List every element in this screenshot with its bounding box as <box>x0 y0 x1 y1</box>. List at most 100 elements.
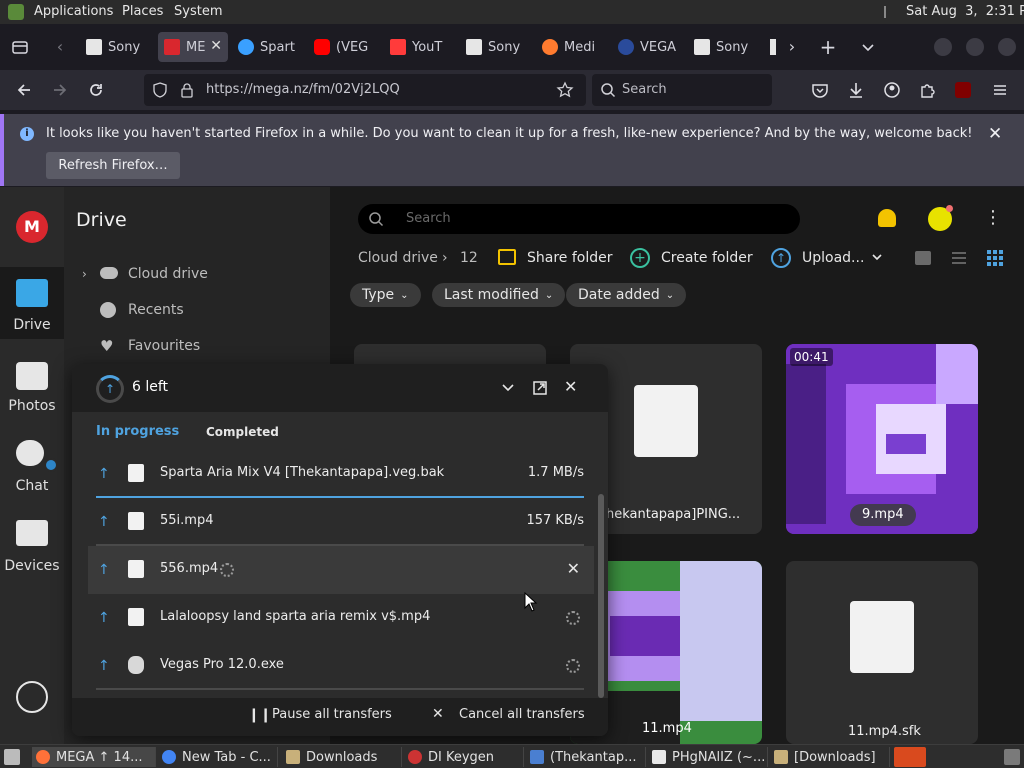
expand-chevron-icon[interactable]: › <box>82 267 87 281</box>
grid-view-icon[interactable] <box>986 249 1004 267</box>
filter-last-modified[interactable]: Last modified ⌄ <box>432 283 566 307</box>
pocket-icon[interactable] <box>810 80 830 100</box>
taskbar-item-keygen[interactable]: DI Keygen <box>404 747 524 767</box>
tab-3[interactable]: Spart <box>238 32 298 62</box>
create-folder-button[interactable]: Create folder <box>661 250 753 266</box>
tab-completed[interactable]: Completed <box>206 425 279 439</box>
forward-arrow-icon[interactable] <box>50 80 70 100</box>
taskbar-item-thekantap[interactable]: (Thekantap... <box>526 747 646 767</box>
window-minimize-button[interactable] <box>934 38 952 56</box>
tab-5[interactable]: YouT <box>390 32 450 62</box>
reload-icon[interactable] <box>86 80 106 100</box>
pause-all-button[interactable]: Pause all transfers <box>272 707 392 722</box>
tab-4[interactable]: (VEG <box>314 32 374 62</box>
window-close-button[interactable] <box>998 38 1016 56</box>
system-menu[interactable]: System <box>174 4 222 19</box>
more-options-icon[interactable]: ⋮ <box>984 207 1002 228</box>
url-bar[interactable]: https://mega.nz/fm/02Vj2LQQ <box>144 74 586 106</box>
workspace-switcher[interactable] <box>1004 749 1020 765</box>
cancel-all-button[interactable]: Cancel all transfers <box>459 707 585 722</box>
firefox-launcher-icon[interactable] <box>894 747 926 767</box>
extensions-puzzle-icon[interactable] <box>918 80 938 100</box>
lock-icon[interactable] <box>180 82 194 98</box>
rail-chat[interactable]: Chat <box>0 432 64 502</box>
mega-search-input[interactable]: Search <box>358 204 800 234</box>
distro-logo-icon[interactable] <box>8 4 24 20</box>
video-card-9[interactable]: 00:41 9.mp4 <box>786 344 978 534</box>
transfer-row[interactable]: ↑ Lalaloopsy land sparta aria remix v$.m… <box>88 594 594 642</box>
rail-photos-label: Photos <box>8 398 56 414</box>
tab-2-active[interactable]: ME ✕ <box>158 32 228 62</box>
close-notification-icon[interactable]: ✕ <box>988 124 1002 144</box>
taskbar-item-downloads-2[interactable]: [Downloads] <box>770 747 890 767</box>
rail-devices[interactable]: Devices <box>0 512 64 582</box>
mega-logo-icon[interactable]: M <box>16 211 48 243</box>
notification-bell-icon[interactable] <box>878 209 896 227</box>
share-folder-button[interactable]: Share folder <box>527 250 613 266</box>
tab-in-progress[interactable]: In progress <box>96 424 179 439</box>
show-desktop-icon[interactable] <box>4 749 20 765</box>
taskbar-item-newtab[interactable]: New Tab - C... <box>158 747 278 767</box>
places-menu[interactable]: Places <box>122 4 163 19</box>
mega-favicon-icon <box>164 39 180 55</box>
shield-icon[interactable] <box>152 82 168 98</box>
back-arrow-icon[interactable] <box>14 80 34 100</box>
upload-button[interactable]: Upload... <box>802 250 864 266</box>
transfer-row[interactable]: ↑ Vegas Pro 12.0.exe <box>88 642 594 690</box>
youtube-favicon-icon <box>314 39 330 55</box>
rail-drive[interactable]: Drive <box>0 267 64 339</box>
scroll-tabs-left-icon[interactable]: ‹ <box>50 37 70 57</box>
open-transfers-page-icon[interactable] <box>532 380 548 396</box>
transfer-speed: 157 KB/s <box>526 513 584 528</box>
panel-clock[interactable]: Sat Aug 3, 2:31 PM <box>906 4 1024 19</box>
applications-menu[interactable]: Applications <box>34 4 113 19</box>
account-icon[interactable] <box>882 80 902 100</box>
transfer-row-hovered[interactable]: ↑ 556.mp4 ✕ <box>88 546 594 594</box>
refresh-firefox-button[interactable]: Refresh Firefox… <box>46 152 180 179</box>
transfer-row[interactable]: ↑ Sparta Aria Mix V4 [Thekantapapa].veg.… <box>88 450 594 498</box>
tab-9[interactable]: Sony <box>694 32 750 62</box>
side-favourites[interactable]: Favourites <box>128 338 200 354</box>
ublock-origin-icon[interactable] <box>955 82 971 98</box>
breadcrumb-cloud-drive[interactable]: Cloud drive <box>358 250 438 266</box>
settings-swirl-icon[interactable] <box>16 681 48 713</box>
close-tab-icon[interactable]: ✕ <box>210 38 222 54</box>
rail-photos[interactable]: Photos <box>0 352 64 422</box>
list-view-icon[interactable] <box>950 250 968 266</box>
list-all-tabs-icon[interactable] <box>858 37 878 57</box>
side-recents[interactable]: Recents <box>128 302 184 318</box>
file-card-sfk[interactable]: 11.mp4.sfk <box>786 561 978 744</box>
new-tab-icon[interactable]: + <box>818 37 838 57</box>
side-cloud-drive[interactable]: Cloud drive <box>128 266 208 282</box>
tab-7[interactable]: Medi <box>542 32 602 62</box>
downloads-icon[interactable] <box>846 80 866 100</box>
taskbar-label: Downloads <box>306 749 378 765</box>
window-maximize-button[interactable] <box>966 38 984 56</box>
close-transfers-icon[interactable]: ✕ <box>564 377 577 396</box>
tab-overflow-favicon-icon[interactable] <box>770 39 776 55</box>
generic-file-icon <box>850 601 914 673</box>
transfer-row[interactable]: ↑ 55i.mp4 157 KB/s <box>88 498 594 546</box>
transfers-scrollbar[interactable] <box>598 494 604 698</box>
upload-dropdown-icon[interactable] <box>870 250 884 264</box>
bookmark-star-icon[interactable] <box>556 81 574 99</box>
taskbar-item-phgnaliz[interactable]: PHgNAlIZ (~... <box>648 747 768 767</box>
taskbar-item-mega[interactable]: MEGA ↑ 14... <box>32 747 156 767</box>
taskbar-item-downloads[interactable]: Downloads <box>282 747 402 767</box>
chevron-down-icon: ⌄ <box>544 289 554 301</box>
file-icon <box>128 464 144 482</box>
tab-overview-icon[interactable] <box>10 37 30 57</box>
thumbnail-view-icon[interactable] <box>915 251 931 265</box>
url-text[interactable]: https://mega.nz/fm/02Vj2LQQ <box>206 82 400 97</box>
filter-type[interactable]: Type ⌄ <box>350 283 421 307</box>
cancel-transfer-icon[interactable]: ✕ <box>567 559 580 578</box>
collapse-chevron-icon[interactable] <box>500 380 516 396</box>
filter-date-added[interactable]: Date added ⌄ <box>566 283 687 307</box>
loading-spinner-icon <box>566 611 580 625</box>
search-bar[interactable]: Search <box>592 74 772 106</box>
tab-6[interactable]: Sony <box>466 32 526 62</box>
tab-8[interactable]: VEGA <box>618 32 678 62</box>
tab-1[interactable]: Sony <box>86 32 152 62</box>
scroll-tabs-right-icon[interactable]: › <box>782 37 802 57</box>
hamburger-menu-icon[interactable] <box>990 80 1010 100</box>
